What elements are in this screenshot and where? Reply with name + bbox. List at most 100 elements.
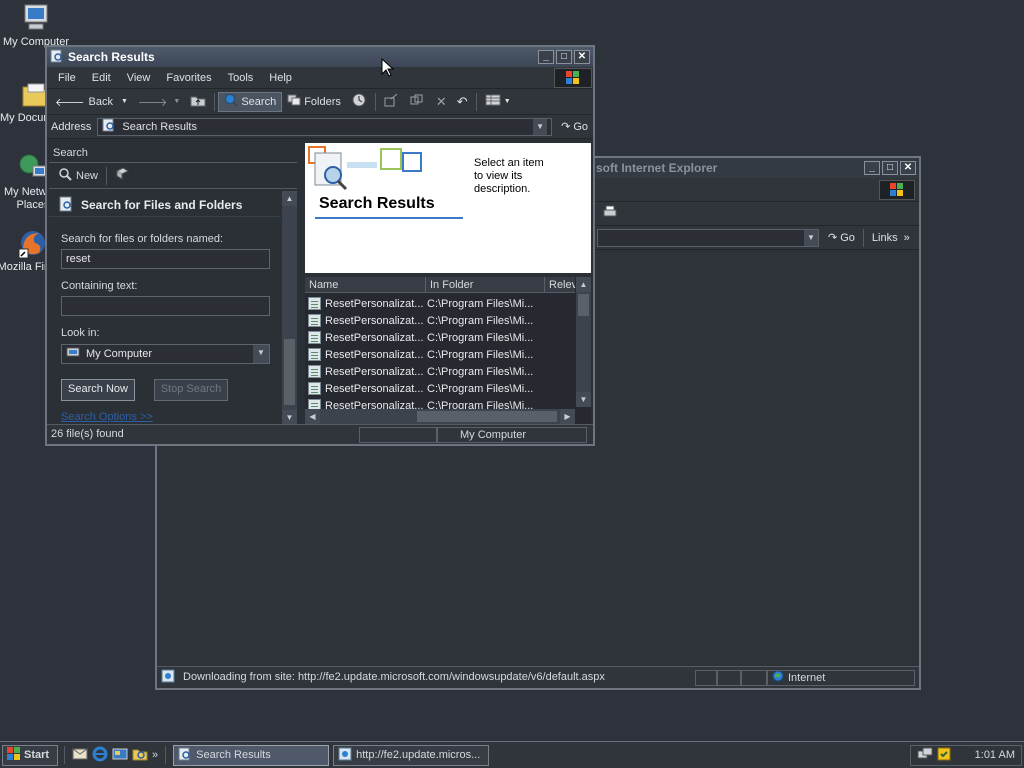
up-folder-button[interactable] — [185, 92, 211, 112]
menu-favorites[interactable]: Favorites — [158, 72, 219, 84]
desktop-icon-my-computer[interactable]: My Computer — [0, 2, 72, 48]
close-button[interactable]: ✕ — [574, 50, 590, 64]
search-pane: Search New Search for Files and Folders — [49, 143, 297, 425]
table-row[interactable]: ResetPersonalizat... C:\Program Files\Mi.… — [305, 346, 575, 363]
search-toolbar-button[interactable]: Search — [218, 91, 283, 112]
lookin-select[interactable]: My Computer ▼ — [61, 344, 270, 364]
network-tray-icon[interactable] — [917, 747, 933, 764]
update-tray-icon[interactable] — [937, 747, 951, 764]
scroll-down-arrow[interactable]: ▼ — [282, 410, 297, 425]
clock: 1:01 AM — [974, 749, 1015, 761]
internet-explorer-icon[interactable] — [92, 746, 108, 765]
menu-tools[interactable]: Tools — [220, 72, 262, 84]
search-pane-scrollbar[interactable]: ▲ ▼ — [282, 191, 297, 425]
row-name: ResetPersonalizat... — [325, 331, 424, 344]
search-titlebar[interactable]: Search Results _ □ ✕ — [47, 47, 593, 67]
address-field[interactable]: Search Results ▼ — [97, 117, 553, 136]
outlook-express-icon[interactable] — [72, 746, 88, 765]
delete-icon: ✕ — [435, 93, 447, 109]
stop-search-button[interactable]: Stop Search — [154, 379, 228, 401]
search-pane-title: Search — [49, 143, 297, 163]
menu-file[interactable]: File — [50, 72, 84, 84]
go-button[interactable]: ↷ Go — [556, 117, 593, 137]
maximize-button[interactable]: □ — [556, 50, 572, 64]
ie-address-field[interactable]: ▼ — [597, 228, 819, 247]
task-ie-update[interactable]: http://fe2.update.micros... — [333, 744, 490, 766]
row-name: ResetPersonalizat... — [325, 314, 424, 327]
scroll-left-arrow[interactable]: ◀ — [305, 409, 320, 424]
results-horizontal-scrollbar[interactable]: ◀ ▶ — [305, 409, 575, 424]
ie-links-button[interactable]: Links » — [867, 228, 915, 248]
table-row[interactable]: ResetPersonalizat... C:\Program Files\Mi.… — [305, 363, 575, 380]
close-button[interactable]: ✕ — [900, 161, 916, 175]
menu-help[interactable]: Help — [261, 72, 300, 84]
row-folder: C:\Program Files\Mi... — [427, 297, 534, 310]
folders-button[interactable]: Folders — [282, 92, 346, 112]
ie-status-text: Downloading from site: http://fe2.update… — [183, 670, 605, 683]
search-assistant-button[interactable] — [110, 166, 134, 186]
table-row[interactable]: ResetPersonalizat... C:\Program Files\Mi.… — [305, 380, 575, 397]
containing-text-input[interactable] — [61, 296, 270, 316]
delete-button[interactable]: ✕ — [431, 92, 452, 112]
row-name: ResetPersonalizat... — [325, 348, 424, 361]
row-name: ResetPersonalizat... — [325, 399, 424, 410]
results-list: ResetPersonalizat... C:\Program Files\Mi.… — [305, 295, 575, 409]
undo-button[interactable]: ↶ — [452, 92, 473, 112]
contain-label: Containing text: — [61, 280, 138, 292]
print-icon[interactable] — [602, 205, 618, 222]
chevron-down-icon[interactable]: ▼ — [504, 98, 511, 105]
chevron-right-icon[interactable]: » — [152, 749, 158, 761]
table-row[interactable]: ResetPersonalizat... C:\Program Files\Mi.… — [305, 397, 575, 409]
scroll-up-arrow[interactable]: ▲ — [576, 277, 591, 292]
views-button[interactable]: ▼ — [480, 92, 516, 112]
file-icon — [308, 348, 321, 361]
minimize-button[interactable]: _ — [864, 161, 880, 175]
new-label: New — [76, 169, 99, 182]
column-name[interactable]: Name — [305, 277, 426, 292]
system-tray: 1:01 AM — [910, 744, 1022, 766]
row-folder: C:\Program Files\Mi... — [427, 331, 534, 344]
search-window-icon — [50, 49, 64, 66]
back-button[interactable]: 🡐 Back ▼ — [50, 92, 133, 112]
search-now-button[interactable]: Search Now — [61, 379, 135, 401]
scroll-down-arrow[interactable]: ▼ — [576, 392, 591, 407]
search-label: Search — [241, 95, 277, 108]
new-search-button[interactable]: New — [53, 166, 103, 186]
menu-edit[interactable]: Edit — [84, 72, 119, 84]
task-search-results[interactable]: Search Results — [173, 744, 330, 766]
search-statusbar: 26 file(s) found My Computer — [47, 424, 593, 444]
results-vertical-scrollbar[interactable]: ▲ ▼ — [576, 277, 591, 407]
ie-go-button[interactable]: ↷ Go — [823, 228, 860, 248]
column-relevance[interactable]: Relev — [545, 277, 575, 292]
table-row[interactable]: ResetPersonalizat... C:\Program Files\Mi.… — [305, 295, 575, 312]
table-row[interactable]: ResetPersonalizat... C:\Program Files\Mi.… — [305, 312, 575, 329]
back-label: Back — [88, 95, 113, 108]
move-to-button[interactable] — [379, 92, 405, 112]
menu-view[interactable]: View — [119, 72, 159, 84]
history-button[interactable] — [346, 92, 372, 112]
search-options-link[interactable]: Search Options >> — [61, 411, 153, 423]
search-menubar: File Edit View Favorites Tools Help — [47, 67, 593, 89]
file-icon — [308, 382, 321, 395]
up-folder-icon — [190, 93, 206, 110]
chevron-down-icon[interactable]: ▼ — [173, 98, 180, 105]
chevron-down-icon[interactable]: ▼ — [533, 118, 548, 135]
filename-input[interactable] — [61, 249, 270, 269]
search-shortcut-icon[interactable] — [132, 746, 148, 765]
start-button[interactable]: Start — [2, 744, 58, 766]
scroll-up-arrow[interactable]: ▲ — [282, 191, 297, 206]
copy-to-button[interactable] — [405, 92, 431, 112]
scroll-right-arrow[interactable]: ▶ — [560, 409, 575, 424]
chevron-down-icon[interactable]: ▼ — [253, 345, 269, 363]
show-desktop-icon[interactable] — [112, 746, 128, 765]
forward-arrow-icon: 🡒 — [137, 96, 168, 109]
chevron-down-icon[interactable]: ▼ — [804, 229, 818, 246]
maximize-button[interactable]: □ — [882, 161, 898, 175]
minimize-button[interactable]: _ — [538, 50, 554, 64]
chevron-down-icon[interactable]: ▼ — [121, 98, 128, 105]
forward-button[interactable]: 🡒 ▼ — [133, 92, 185, 112]
windows-logo-icon — [879, 179, 915, 200]
table-row[interactable]: ResetPersonalizat... C:\Program Files\Mi.… — [305, 329, 575, 346]
internet-explorer-icon — [338, 747, 352, 764]
column-in-folder[interactable]: In Folder — [426, 277, 545, 292]
